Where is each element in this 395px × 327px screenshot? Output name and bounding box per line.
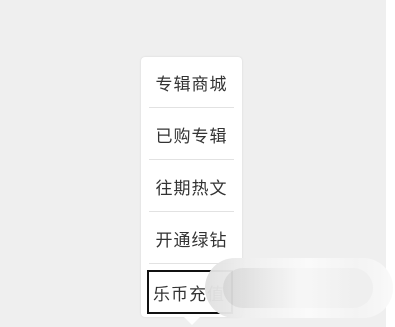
menu-item-label: 开通绿钻 — [155, 230, 228, 251]
blur-overlay — [205, 258, 393, 318]
menu-item-past-articles[interactable]: 往期热文 — [149, 161, 234, 212]
popup-pointer-arrow — [183, 316, 201, 325]
menu-item-open-green-diamond[interactable]: 开通绿钻 — [149, 213, 234, 264]
menu-item-album-mall[interactable]: 专辑商城 — [149, 57, 234, 108]
menu-item-purchased-albums[interactable]: 已购专辑 — [149, 109, 234, 160]
menu-item-label: 专辑商城 — [155, 74, 228, 95]
menu-item-label: 已购专辑 — [155, 126, 228, 147]
menu-item-label: 往期热文 — [155, 178, 228, 199]
